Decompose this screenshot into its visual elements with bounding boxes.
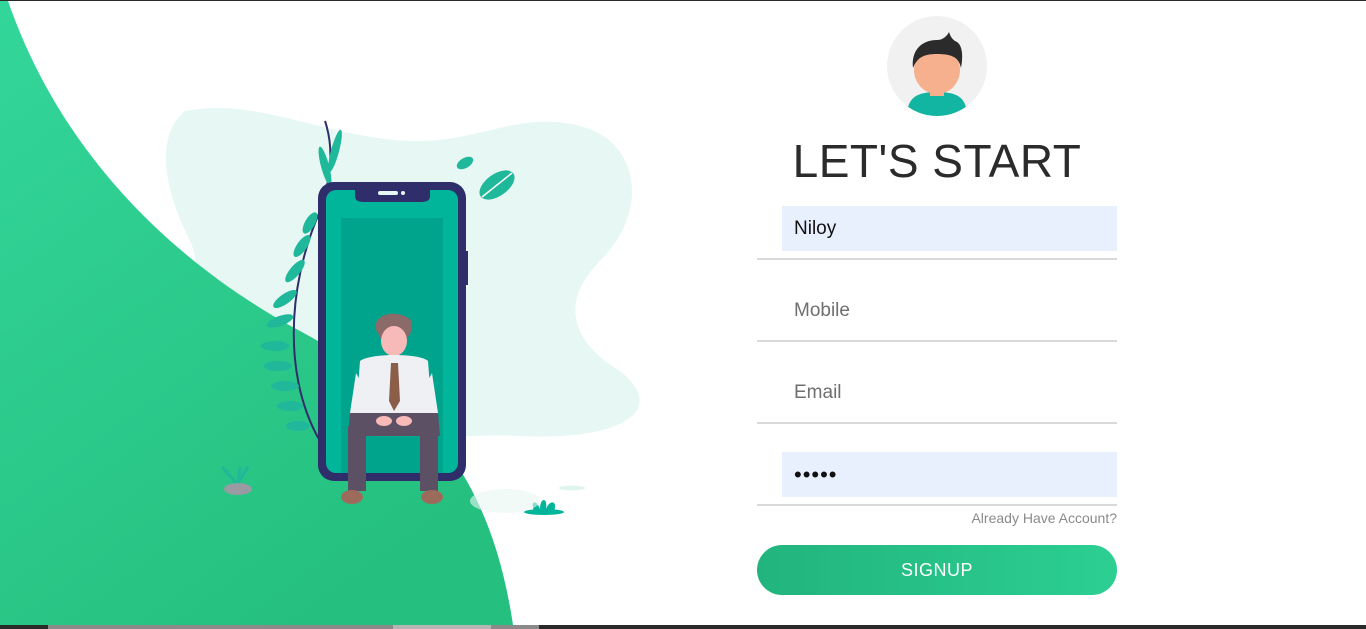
name-field	[757, 206, 1117, 260]
password-field	[757, 452, 1117, 506]
person-with-phone-illustration	[0, 1, 640, 625]
page-title: LET'S START	[792, 135, 1082, 187]
mobile-field	[757, 288, 1117, 342]
bottom-border	[0, 625, 1366, 629]
phone-side-button	[464, 251, 468, 285]
signup-button[interactable]: SIGNUP	[757, 545, 1117, 595]
rock	[224, 483, 252, 495]
login-link[interactable]: Already Have Account?	[757, 510, 1117, 526]
mobile-input[interactable]	[782, 288, 1117, 333]
name-input[interactable]	[782, 206, 1117, 251]
email-field	[757, 370, 1117, 424]
email-input[interactable]	[782, 370, 1117, 415]
password-input[interactable]	[782, 452, 1117, 497]
user-avatar-icon	[887, 16, 987, 116]
